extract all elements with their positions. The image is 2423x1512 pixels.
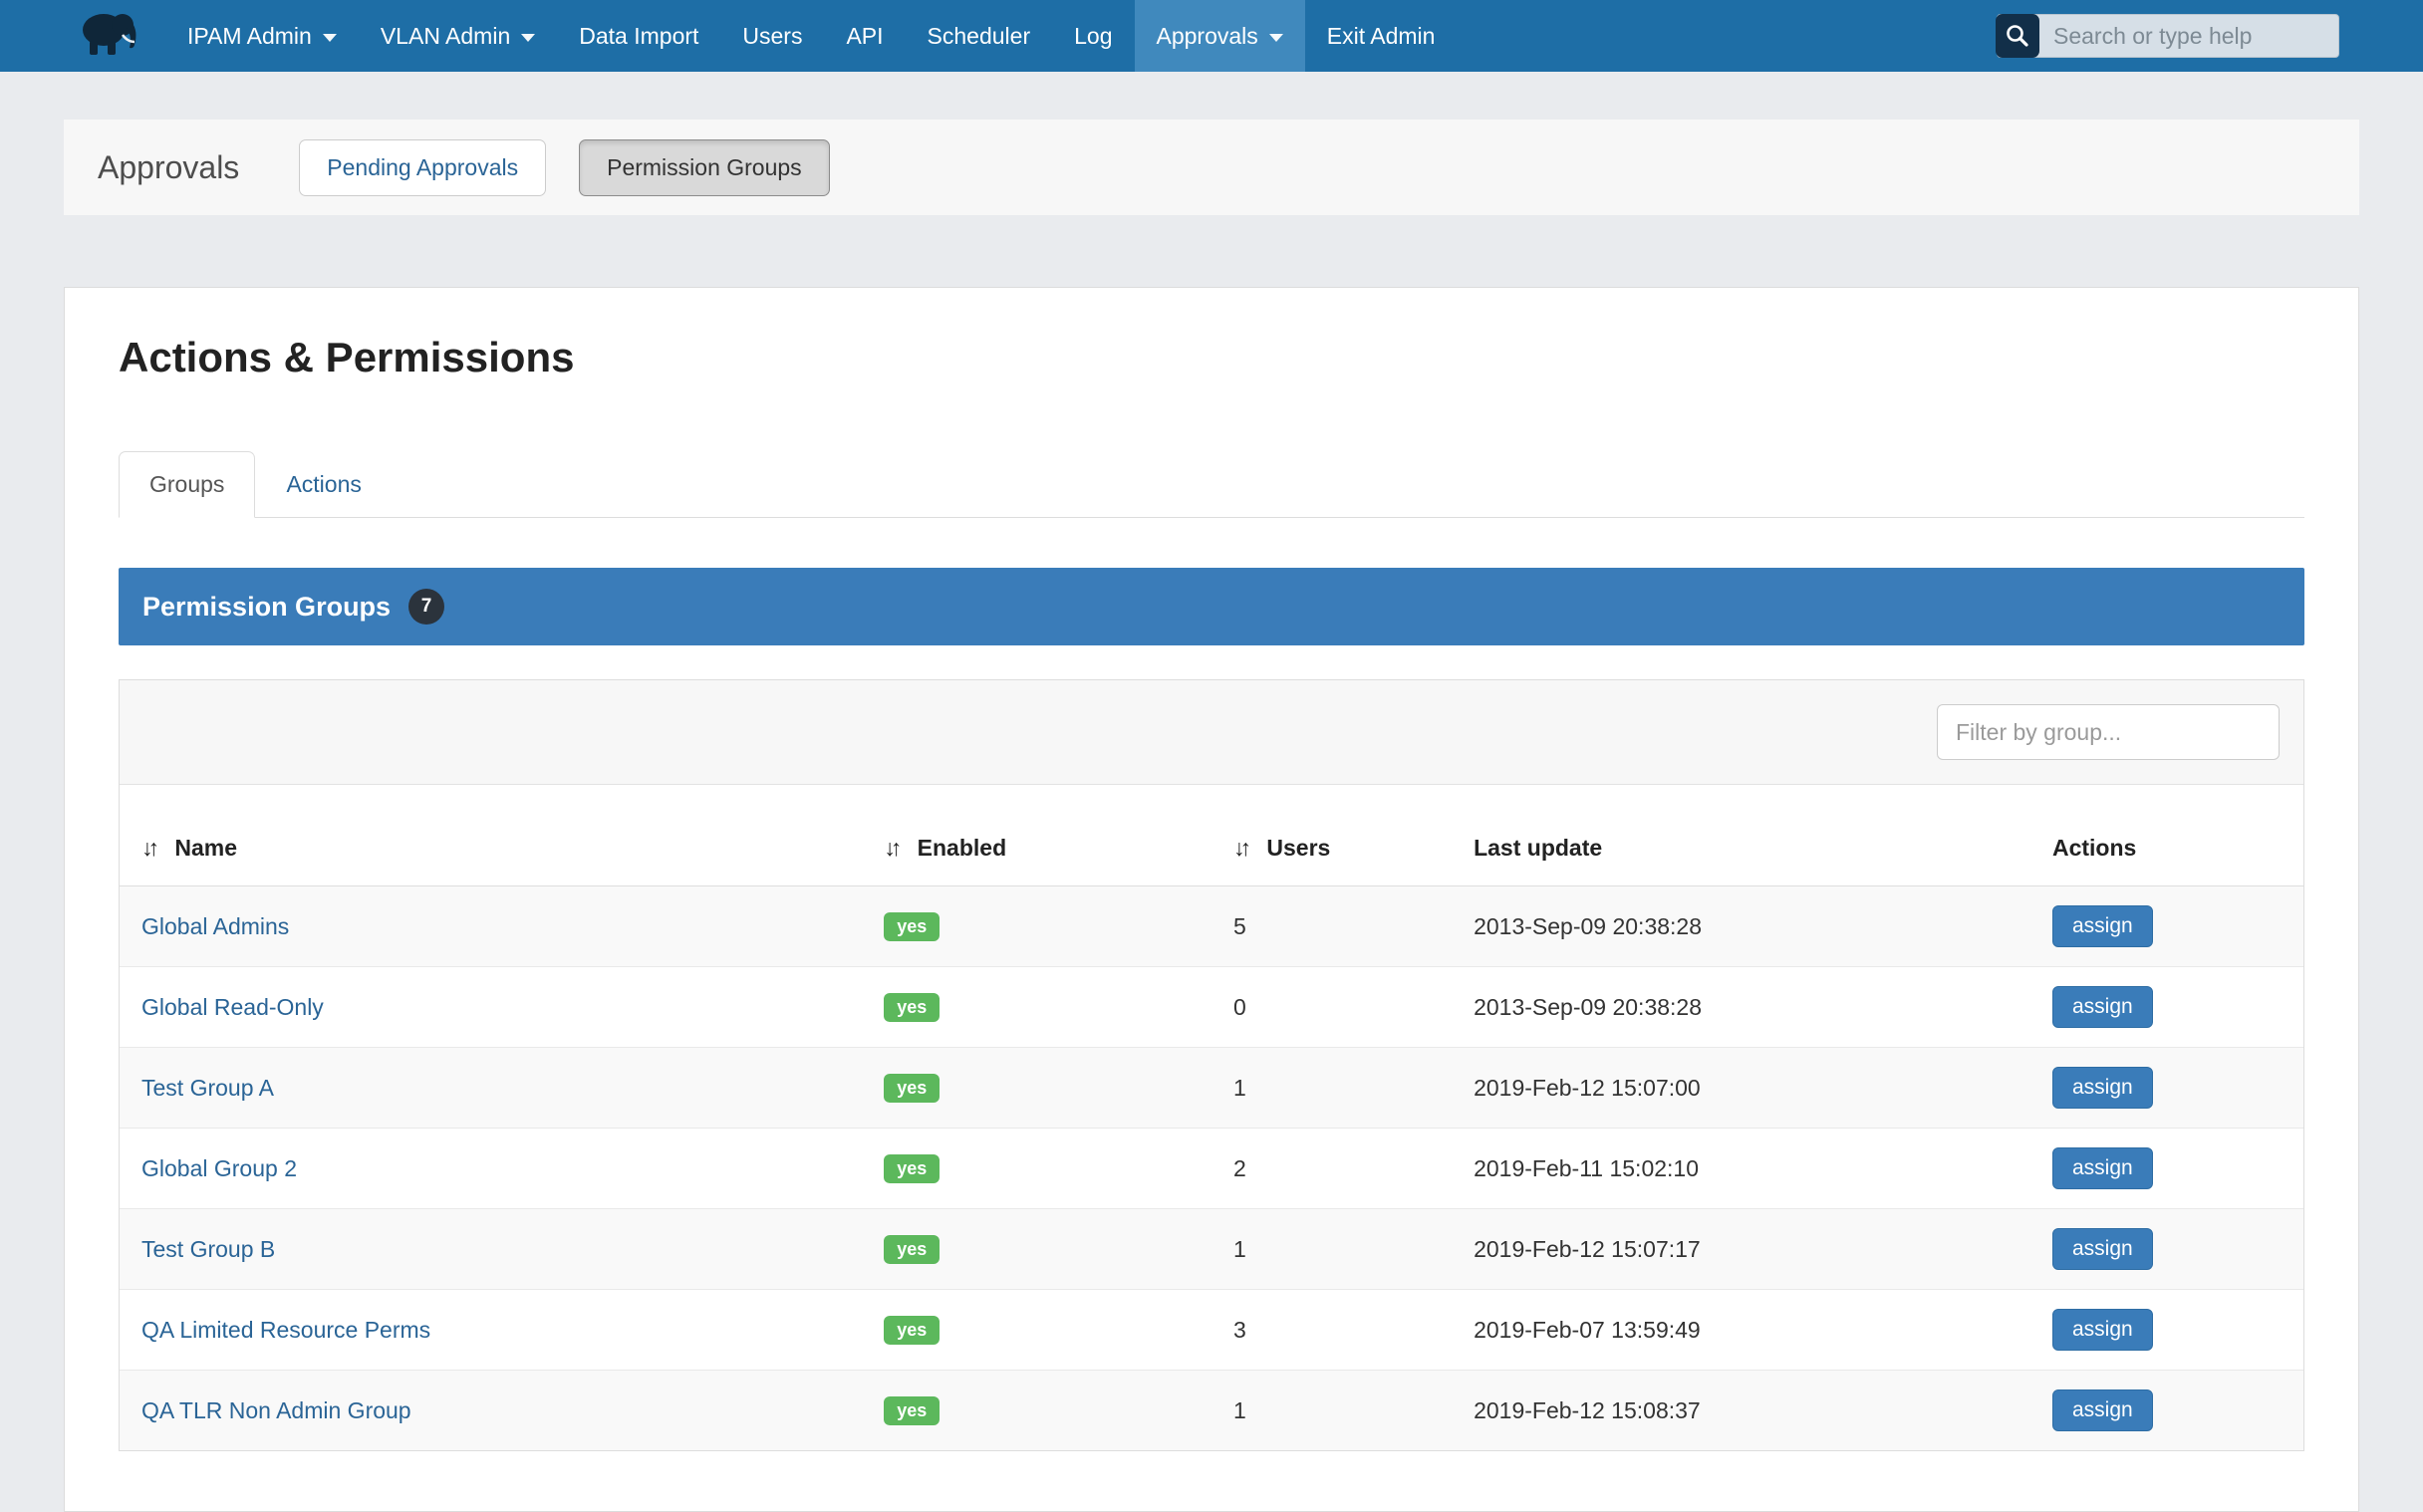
table-row: Global Admins yes 5 2013-Sep-09 20:38:28… [120,886,2303,967]
users-count: 1 [1212,1048,1452,1129]
tab-bar: Groups Actions [119,451,2304,518]
users-count: 1 [1212,1371,1452,1451]
nav-item-vlan-admin[interactable]: VLAN Admin [359,0,557,72]
enabled-badge: yes [884,1396,940,1426]
column-header-name: Name [174,835,237,861]
enabled-badge: yes [884,1235,940,1265]
nav-item-approvals[interactable]: Approvals [1135,0,1305,72]
nav-item-label: Exit Admin [1327,23,1436,50]
table-row: Global Group 2 yes 2 2019-Feb-11 15:02:1… [120,1129,2303,1209]
approvals-header-strip: Approvals Pending Approvals Permission G… [64,120,2359,215]
table-row: Test Group A yes 1 2019-Feb-12 15:07:00 … [120,1048,2303,1129]
chevron-down-icon [323,34,337,42]
chevron-down-icon [1269,34,1283,42]
panel-title: Actions & Permissions [119,334,2304,381]
column-header-actions: Actions [2052,835,2136,861]
page-title: Approvals [98,149,239,186]
nav-item-label: Users [742,23,802,50]
nav-item-label: IPAM Admin [187,23,312,50]
column-header-users: Users [1266,835,1330,861]
sort-icon[interactable]: ↓↑ [884,835,897,861]
assign-button[interactable]: assign [2052,986,2153,1028]
column-header-enabled: Enabled [918,835,1006,861]
sort-icon[interactable]: ↓↑ [1233,835,1246,861]
group-name-link[interactable]: Test Group A [141,1075,274,1101]
assign-button[interactable]: assign [2052,1389,2153,1431]
last-update: 2019-Feb-11 15:02:10 [1452,1129,2030,1209]
nav-item-label: Approvals [1157,23,1258,50]
users-count: 0 [1212,967,1452,1048]
nav-item-users[interactable]: Users [720,0,824,72]
enabled-badge: yes [884,1316,940,1346]
group-name-link[interactable]: Test Group B [141,1236,275,1262]
users-count: 5 [1212,886,1452,967]
table-row: Test Group B yes 1 2019-Feb-12 15:07:17 … [120,1209,2303,1290]
filter-group-input[interactable] [1937,704,2280,760]
users-count: 1 [1212,1209,1452,1290]
top-navbar: IPAM Admin VLAN Admin Data Import Users … [0,0,2423,72]
assign-button[interactable]: assign [2052,1067,2153,1109]
assign-button[interactable]: assign [2052,1147,2153,1189]
users-count: 2 [1212,1129,1452,1209]
last-update: 2013-Sep-09 20:38:28 [1452,886,2030,967]
enabled-badge: yes [884,993,940,1023]
section-title: Permission Groups [142,592,391,623]
nav-item-label: Log [1074,23,1112,50]
app-logo[interactable] [78,0,141,72]
enabled-badge: yes [884,912,940,942]
column-header-last-update: Last update [1474,835,1602,861]
table-row: QA TLR Non Admin Group yes 1 2019-Feb-12… [120,1371,2303,1451]
nav-item-log[interactable]: Log [1052,0,1134,72]
nav-item-label: API [846,23,883,50]
nav-search-area [1997,0,2339,72]
table-toolbar [120,680,2303,785]
nav-item-label: Data Import [579,23,698,50]
group-count-badge: 7 [408,589,444,625]
table-row: QA Limited Resource Perms yes 3 2019-Feb… [120,1290,2303,1371]
assign-button[interactable]: assign [2052,1309,2153,1351]
group-name-link[interactable]: Global Read-Only [141,994,324,1020]
actions-permissions-panel: Actions & Permissions Groups Actions Per… [64,287,2359,1512]
nav-item-api[interactable]: API [824,0,905,72]
sort-icon[interactable]: ↓↑ [141,835,154,861]
mammoth-logo-icon [78,8,141,65]
groups-table-container: ↓↑ Name ↓↑ Enabled ↓↑ Users Last update … [119,679,2304,1451]
search-icon[interactable] [1996,14,2039,58]
nav-item-data-import[interactable]: Data Import [557,0,720,72]
last-update: 2019-Feb-12 15:08:37 [1452,1371,2030,1451]
nav-item-label: Scheduler [928,23,1031,50]
table-row: Global Read-Only yes 0 2013-Sep-09 20:38… [120,967,2303,1048]
nav-item-label: VLAN Admin [381,23,510,50]
last-update: 2019-Feb-12 15:07:17 [1452,1209,2030,1290]
assign-button[interactable]: assign [2052,1228,2153,1270]
last-update: 2013-Sep-09 20:38:28 [1452,967,2030,1048]
search-box [1997,14,2339,58]
search-input[interactable] [2039,16,2338,56]
permission-groups-button[interactable]: Permission Groups [579,139,830,196]
users-count: 3 [1212,1290,1452,1371]
permission-groups-header: Permission Groups 7 [119,568,2304,645]
tab-groups[interactable]: Groups [119,451,255,518]
last-update: 2019-Feb-07 13:59:49 [1452,1290,2030,1371]
table-header-row: ↓↑ Name ↓↑ Enabled ↓↑ Users Last update … [120,785,2303,886]
chevron-down-icon [521,34,535,42]
assign-button[interactable]: assign [2052,905,2153,947]
nav-item-exit-admin[interactable]: Exit Admin [1305,0,1458,72]
permission-groups-table: ↓↑ Name ↓↑ Enabled ↓↑ Users Last update … [120,785,2303,1450]
nav-item-ipam-admin[interactable]: IPAM Admin [165,0,359,72]
group-name-link[interactable]: Global Group 2 [141,1155,297,1181]
pending-approvals-button[interactable]: Pending Approvals [299,139,546,196]
last-update: 2019-Feb-12 15:07:00 [1452,1048,2030,1129]
enabled-badge: yes [884,1074,940,1104]
group-name-link[interactable]: Global Admins [141,913,289,939]
group-name-link[interactable]: QA Limited Resource Perms [141,1317,430,1343]
enabled-badge: yes [884,1154,940,1184]
tab-actions[interactable]: Actions [255,451,392,518]
nav-item-scheduler[interactable]: Scheduler [906,0,1053,72]
group-name-link[interactable]: QA TLR Non Admin Group [141,1397,411,1423]
